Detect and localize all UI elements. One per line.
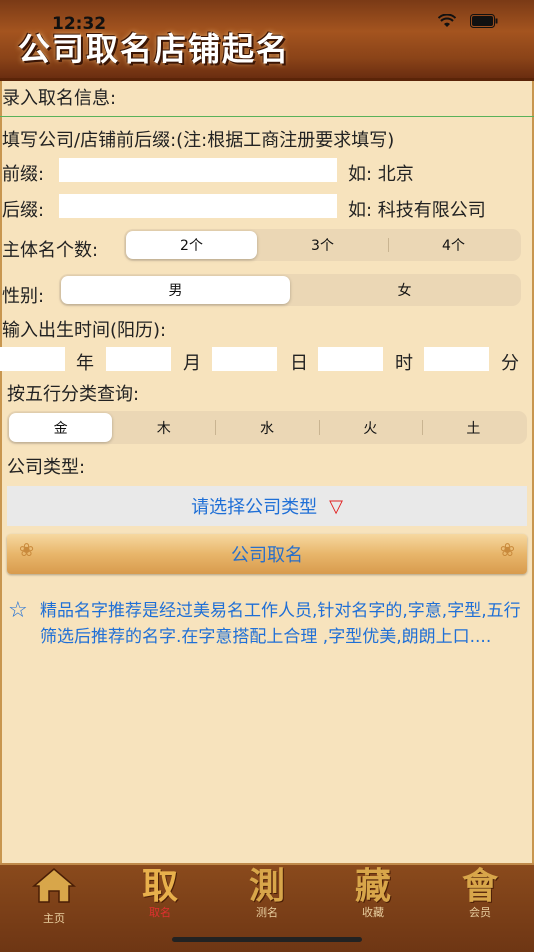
name-count-option-2[interactable]: 2个 (126, 231, 257, 259)
recommendation-text: 精品名字推荐是经过美易名工作人员,针对名字的,字意,字型,五行筛选后推荐的名字.… (40, 601, 521, 647)
wuxing-option-water[interactable]: 水 (215, 413, 318, 442)
suffix-hint: 如: 科技有限公司 (348, 200, 486, 221)
tab-naming[interactable]: 取 取名 (120, 866, 200, 920)
prefix-label: 前缀: (2, 164, 45, 185)
gender-label: 性别: (2, 286, 45, 307)
battery-icon (470, 14, 498, 32)
birth-unit-hour: 时 (395, 353, 413, 374)
suffix-input[interactable] (59, 194, 337, 218)
birth-year-input[interactable] (0, 347, 65, 371)
gender-segment[interactable]: 男 女 (59, 274, 521, 306)
name-count-option-3[interactable]: 3个 (257, 231, 388, 259)
status-icons (437, 13, 498, 32)
birth-label: 输入出生时间(阳历): (2, 320, 167, 341)
home-indicator (172, 937, 362, 942)
company-naming-button-label: 公司取名 (231, 545, 303, 566)
tab-naming-label: 取名 (149, 906, 171, 919)
tab-test-name[interactable]: 測 测名 (227, 866, 307, 920)
prefix-hint: 如: 北京 (348, 164, 414, 185)
tab-favorites[interactable]: 藏 收藏 (333, 866, 413, 920)
dropdown-triangle-icon: ▽ (329, 495, 343, 517)
tab-naming-glyph: 取 (141, 865, 178, 907)
tab-member-glyph: 會 (461, 865, 498, 907)
wuxing-segment[interactable]: 金 木 水 火 土 (7, 411, 527, 444)
birth-month-input[interactable] (106, 347, 171, 371)
wuxing-option-fire[interactable]: 火 (318, 413, 422, 442)
birth-unit-month: 月 (183, 353, 201, 374)
cloud-ornament-icon: ❀ (499, 540, 515, 561)
tab-test-name-label: 测名 (256, 906, 278, 919)
birth-unit-minute: 分 (501, 353, 519, 374)
star-icon: ☆ (8, 598, 28, 623)
birth-unit-year: 年 (76, 353, 94, 374)
tab-favorites-label: 收藏 (362, 906, 384, 919)
company-type-select[interactable]: 请选择公司类型 ▽ (7, 486, 527, 526)
tab-favorites-glyph: 藏 (354, 865, 391, 907)
tab-member[interactable]: 會 会员 (440, 866, 520, 920)
suffix-label: 后缀: (2, 200, 45, 221)
wifi-icon (437, 13, 460, 32)
home-icon (14, 866, 94, 912)
birth-unit-day: 日 (290, 353, 308, 374)
wuxing-option-earth[interactable]: 土 (421, 413, 525, 442)
name-count-segment[interactable]: 2个 3个 4个 (124, 229, 521, 261)
name-count-label: 主体名个数: (2, 240, 99, 261)
name-count-option-4[interactable]: 4个 (388, 231, 519, 259)
tab-test-name-glyph: 測 (248, 865, 285, 907)
divider (0, 116, 534, 117)
company-type-select-label: 请选择公司类型 (191, 497, 318, 518)
cloud-ornament-icon: ❀ (19, 540, 35, 561)
birth-day-input[interactable] (212, 347, 277, 371)
birth-hour-input[interactable] (318, 347, 383, 371)
wuxing-label: 按五行分类查询: (7, 384, 140, 405)
wuxing-option-wood[interactable]: 木 (112, 413, 215, 442)
prefix-suffix-title: 填写公司/店铺前后缀:(注:根据工商注册要求填写) (2, 130, 395, 151)
section-title: 录入取名信息: (2, 88, 117, 109)
tab-home-label: 主页 (43, 912, 65, 925)
tab-member-label: 会员 (469, 906, 491, 919)
company-naming-button[interactable]: ❀ 公司取名 ❀ (7, 534, 527, 574)
gender-option-male[interactable]: 男 (61, 276, 290, 304)
wuxing-option-metal[interactable]: 金 (9, 413, 113, 442)
tab-home[interactable]: 主页 (14, 866, 94, 926)
birth-minute-input[interactable] (424, 347, 489, 371)
prefix-input[interactable] (59, 158, 337, 182)
company-type-label: 公司类型: (7, 457, 86, 478)
gender-option-female[interactable]: 女 (290, 276, 519, 304)
page-title: 公司取名店铺起名 (18, 30, 291, 68)
